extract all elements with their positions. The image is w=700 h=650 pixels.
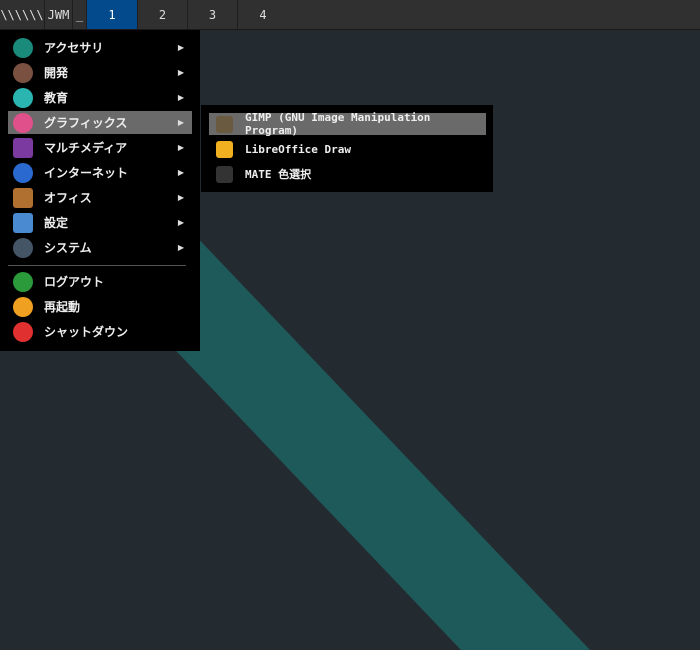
menu-action-label: ログアウト bbox=[44, 275, 105, 289]
menu-item-label: 開発 bbox=[44, 66, 69, 80]
menu-item-label: アクセサリ bbox=[44, 41, 104, 55]
submenu-item-label: LibreOffice Draw bbox=[245, 142, 351, 156]
color-picker-icon bbox=[216, 165, 233, 183]
menu-action-label: 再起動 bbox=[44, 300, 81, 314]
gimp-icon bbox=[216, 115, 233, 133]
menu-item-6[interactable]: オフィス ▶ bbox=[8, 186, 192, 209]
education-icon bbox=[13, 87, 33, 108]
office-icon bbox=[13, 187, 33, 208]
system-icon bbox=[13, 237, 33, 258]
multimedia-icon bbox=[13, 137, 33, 158]
settings-icon bbox=[13, 212, 33, 233]
menu-item-label: システム bbox=[44, 241, 92, 255]
menu-item-3[interactable]: グラフィックス ▶ bbox=[8, 111, 192, 134]
graphics-icon bbox=[13, 112, 33, 133]
accessories-icon bbox=[13, 37, 33, 58]
submenu-item-0[interactable]: GIMP (GNU Image Manipulation Program) bbox=[209, 111, 486, 137]
menu-item-label: 設定 bbox=[44, 216, 69, 230]
submenu-arrow-icon: ▶ bbox=[177, 243, 184, 252]
menu-item-label: グラフィックス bbox=[44, 116, 128, 130]
submenu-arrow-icon: ▶ bbox=[177, 93, 184, 102]
submenu-arrow-icon: ▶ bbox=[177, 118, 184, 127]
task-label: JWM bbox=[47, 7, 70, 22]
menu-item-label: オフィス bbox=[44, 191, 92, 205]
restart-icon bbox=[13, 296, 33, 317]
workspace-1[interactable]: 1 bbox=[87, 0, 138, 29]
submenu-arrow-icon: ▶ bbox=[177, 218, 184, 227]
launcher-label: \\\\\\ bbox=[0, 7, 44, 22]
menu-action-2[interactable]: シャットダウン bbox=[8, 320, 192, 343]
submenu-arrow-icon: ▶ bbox=[177, 193, 184, 202]
libreoffice-draw-icon bbox=[216, 140, 233, 158]
launcher-button[interactable]: \\\\\\ bbox=[0, 0, 45, 29]
menu-item-7[interactable]: 設定 ▶ bbox=[8, 211, 192, 234]
submenu-arrow-icon: ▶ bbox=[177, 143, 184, 152]
submenu-item-label: GIMP (GNU Image Manipulation Program) bbox=[245, 111, 431, 137]
submenu-arrow-icon: ▶ bbox=[177, 43, 184, 52]
menu-action-0[interactable]: ログアウト bbox=[8, 270, 192, 293]
menu-action-label: シャットダウン bbox=[44, 325, 129, 339]
taskbar: \\\\\\ JWM _ 1 2 3 4 bbox=[0, 0, 700, 30]
development-icon bbox=[13, 62, 33, 83]
minimize-button[interactable]: _ bbox=[73, 0, 87, 29]
logout-icon bbox=[13, 271, 33, 292]
minimize-label: _ bbox=[75, 7, 84, 22]
menu-item-8[interactable]: システム ▶ bbox=[8, 236, 192, 259]
menu-item-5[interactable]: インターネット ▶ bbox=[8, 161, 192, 184]
menu-action-1[interactable]: 再起動 bbox=[8, 295, 192, 318]
main-menu: アクセサリ ▶ 開発 ▶ 教育 ▶ グラフィックス ▶ マルチメディア ▶ イン… bbox=[0, 30, 200, 351]
workspace-4[interactable]: 4 bbox=[238, 0, 288, 29]
menu-item-1[interactable]: 開発 ▶ bbox=[8, 61, 192, 84]
menu-item-label: インターネット bbox=[44, 166, 129, 180]
menu-item-label: 教育 bbox=[44, 91, 69, 105]
menu-item-4[interactable]: マルチメディア ▶ bbox=[8, 136, 192, 159]
menu-separator bbox=[8, 265, 186, 266]
menu-item-2[interactable]: 教育 ▶ bbox=[8, 86, 192, 109]
internet-icon bbox=[13, 162, 33, 183]
workspace-3[interactable]: 3 bbox=[188, 0, 238, 29]
menu-item-0[interactable]: アクセサリ ▶ bbox=[8, 36, 192, 59]
menu-item-label: マルチメディア bbox=[44, 141, 128, 155]
submenu-arrow-icon: ▶ bbox=[177, 68, 184, 77]
workspace-2[interactable]: 2 bbox=[138, 0, 188, 29]
graphics-submenu: GIMP (GNU Image Manipulation Program) Li… bbox=[201, 105, 493, 192]
task-button-jwm[interactable]: JWM bbox=[45, 0, 73, 29]
submenu-item-2[interactable]: MATE 色選択 bbox=[209, 163, 486, 185]
shutdown-icon bbox=[13, 321, 33, 342]
submenu-arrow-icon: ▶ bbox=[177, 168, 184, 177]
submenu-item-1[interactable]: LibreOffice Draw bbox=[209, 138, 486, 160]
submenu-item-label: MATE 色選択 bbox=[245, 168, 312, 181]
